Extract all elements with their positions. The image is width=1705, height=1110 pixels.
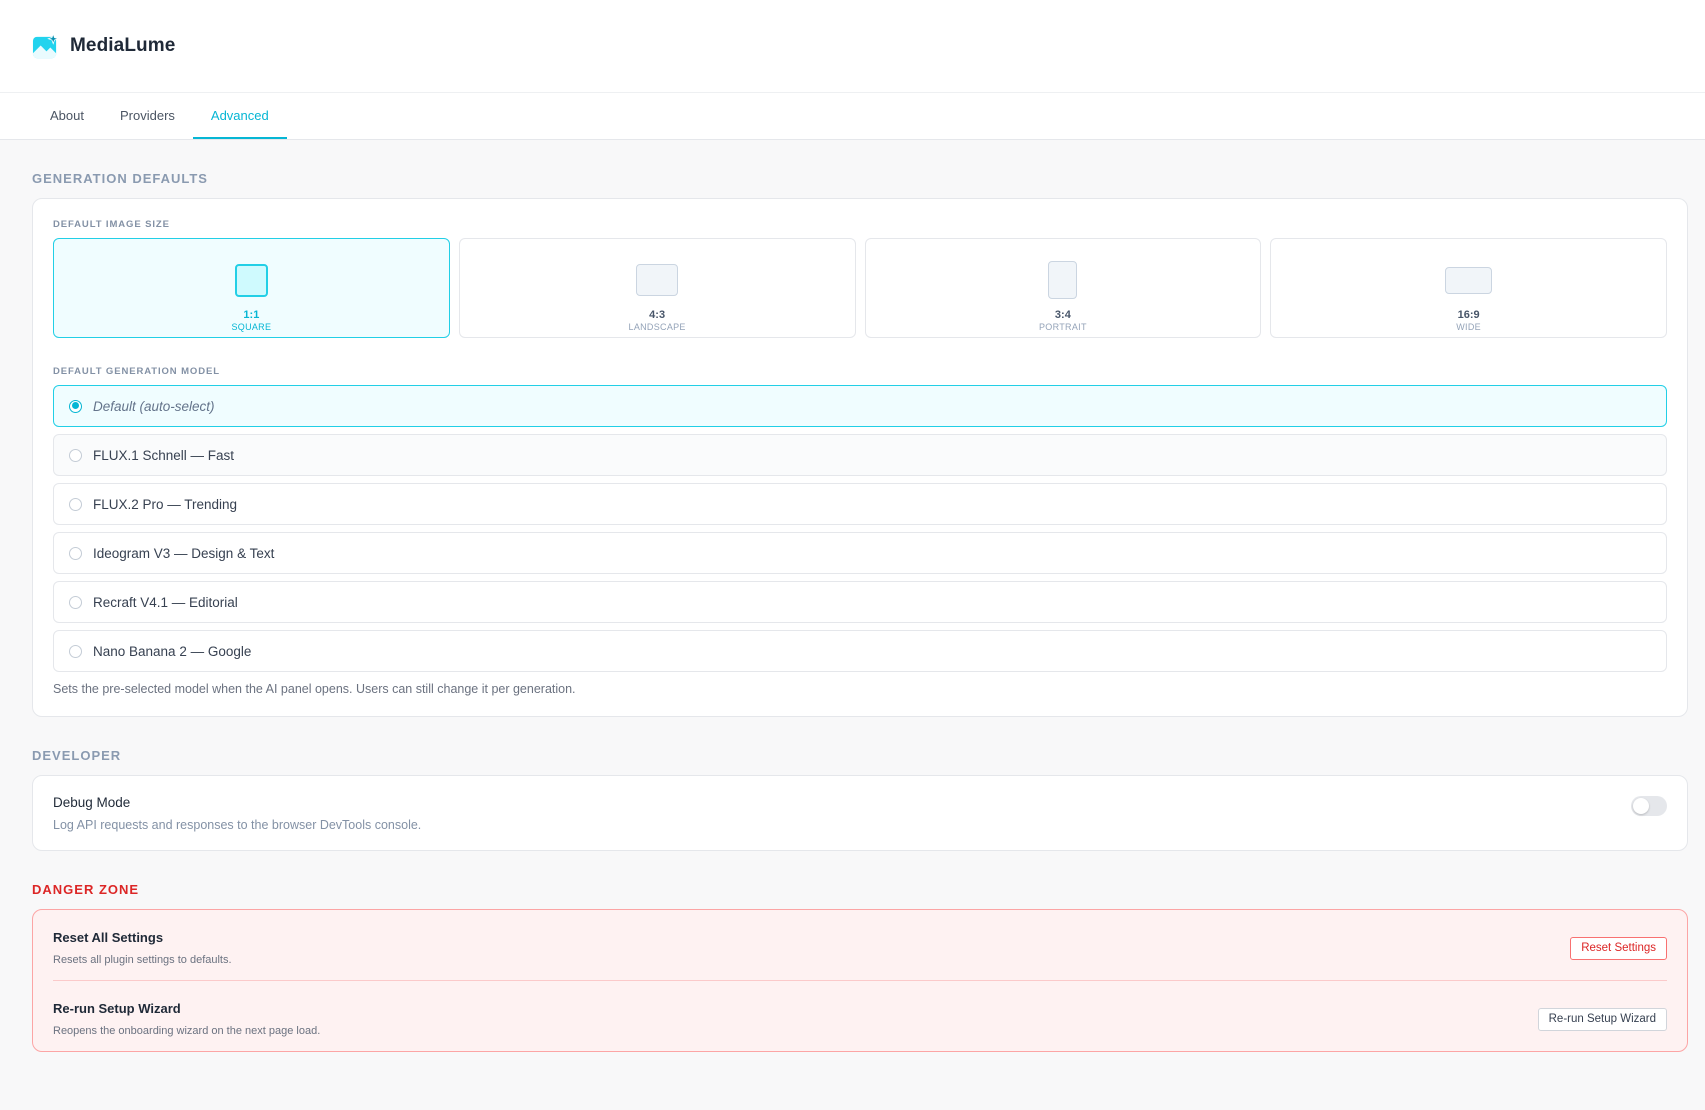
square-shape-icon [234, 263, 268, 297]
reset-settings-button[interactable]: Reset Settings [1570, 936, 1667, 960]
size-ratio: 4:3 [649, 309, 666, 321]
reset-settings-title: Reset All Settings [53, 930, 164, 945]
model-option-label: Nano Banana 2 — Google [93, 643, 252, 659]
size-name: WIDE [1456, 322, 1481, 332]
rerun-wizard-description: Reopens the onboarding wizard on the nex… [53, 1025, 321, 1037]
debug-mode-description: Log API requests and responses to the br… [53, 818, 422, 832]
model-option-ideogram-v3[interactable]: Ideogram V3 — Design & Text [53, 532, 1667, 574]
model-option-label: Default (auto-select) [93, 398, 215, 414]
model-option-flux1-schnell[interactable]: FLUX.1 Schnell — Fast [53, 434, 1667, 476]
radio-button[interactable] [69, 644, 82, 658]
rerun-wizard-title: Re-run Setup Wizard [53, 1001, 181, 1016]
radio-button[interactable] [69, 546, 82, 560]
landscape-shape-icon [636, 264, 679, 296]
radio-button[interactable] [69, 399, 82, 413]
sparkle-image-icon [32, 32, 59, 58]
app-header: MediaLume [0, 0, 1705, 93]
image-size-label: DEFAULT IMAGE SIZE [53, 219, 170, 230]
danger-section-title: DANGER ZONE [32, 882, 140, 897]
model-help-text: Sets the pre-selected model when the AI … [53, 682, 576, 696]
size-name: LANDSCAPE [628, 322, 686, 332]
generation-section-title: GENERATION DEFAULTS [32, 171, 208, 186]
model-label: DEFAULT GENERATION MODEL [53, 366, 220, 377]
danger-zone-card: Reset All Settings Resets all plugin set… [32, 909, 1688, 1052]
model-option-nano-banana-2[interactable]: Nano Banana 2 — Google [53, 630, 1667, 672]
reset-settings-row: Reset All Settings Resets all plugin set… [53, 910, 1667, 980]
size-ratio: 16:9 [1457, 309, 1480, 321]
developer-card: Debug Mode Log API requests and response… [32, 775, 1688, 851]
reset-settings-description: Resets all plugin settings to defaults. [53, 954, 232, 966]
size-name: SQUARE [231, 322, 272, 332]
size-name: PORTRAIT [1039, 322, 1087, 332]
model-options: Default (auto-select) FLUX.1 Schnell — F… [53, 385, 1667, 672]
radio-button[interactable] [69, 497, 82, 511]
model-option-flux2-pro[interactable]: FLUX.2 Pro — Trending [53, 483, 1667, 525]
model-option-label: Recraft V4.1 — Editorial [93, 594, 238, 610]
model-option-default[interactable]: Default (auto-select) [53, 385, 1667, 427]
app-title: MediaLume [70, 35, 176, 56]
wide-shape-icon [1445, 266, 1493, 294]
portrait-shape-icon [1048, 261, 1078, 299]
model-option-recraft-v41[interactable]: Recraft V4.1 — Editorial [53, 581, 1667, 623]
size-option-portrait[interactable]: 3:4 PORTRAIT [864, 238, 1262, 338]
model-option-label: Ideogram V3 — Design & Text [93, 545, 275, 561]
model-option-label: FLUX.1 Schnell — Fast [93, 447, 235, 463]
generation-card: DEFAULT IMAGE SIZE 1:1 SQUARE 4:3 LANDSC… [32, 198, 1688, 717]
toggle-knob [1633, 798, 1649, 814]
image-size-options: 1:1 SQUARE 4:3 LANDSCAPE 3:4 PORTRAIT 16… [53, 238, 1667, 338]
rerun-wizard-row: Re-run Setup Wizard Reopens the onboardi… [53, 980, 1667, 1051]
size-ratio: 1:1 [243, 309, 260, 321]
debug-mode-title: Debug Mode [53, 795, 131, 810]
settings-content: GENERATION DEFAULTS DEFAULT IMAGE SIZE 1… [0, 171, 1705, 1052]
radio-button[interactable] [69, 448, 82, 462]
model-option-label: FLUX.2 Pro — Trending [93, 496, 238, 512]
size-option-landscape[interactable]: 4:3 LANDSCAPE [458, 238, 856, 338]
size-ratio: 3:4 [1054, 309, 1071, 321]
debug-mode-toggle[interactable] [1631, 796, 1667, 816]
settings-tabs: About Providers Advanced [0, 93, 1705, 140]
size-option-square[interactable]: 1:1 SQUARE [53, 238, 450, 338]
radio-button[interactable] [69, 595, 82, 609]
rerun-wizard-button[interactable]: Re-run Setup Wizard [1537, 1007, 1667, 1031]
tab-advanced[interactable]: Advanced [192, 93, 287, 139]
tab-providers[interactable]: Providers [102, 93, 193, 139]
developer-section-title: DEVELOPER [32, 748, 122, 763]
tab-about[interactable]: About [32, 93, 102, 139]
size-option-wide[interactable]: 16:9 WIDE [1270, 238, 1667, 338]
